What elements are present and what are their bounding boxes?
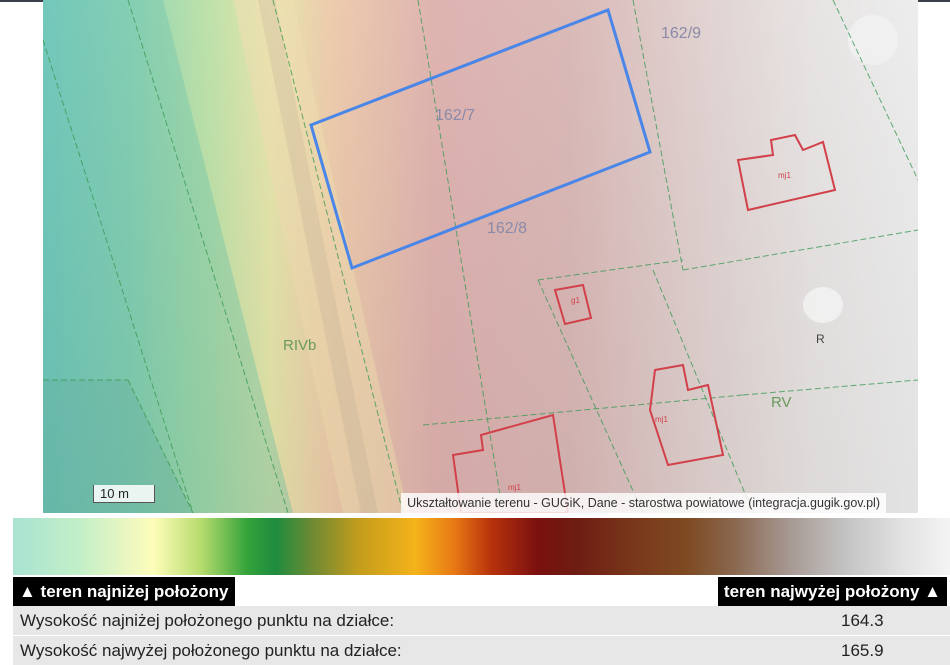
elevation-map[interactable]: 162/7 162/8 162/9 RIVb RV R mj1 mj1 mj1 … [43, 0, 918, 513]
landuse-label-rivb: RIVb [283, 337, 316, 354]
elevation-color-legend [13, 518, 950, 575]
stat-row-max: Wysokość najwyżej położonego punktu na d… [13, 636, 950, 665]
parcel-label-162-7: 162/7 [435, 107, 475, 124]
building-label-garage: g1 [571, 296, 580, 305]
map-canvas[interactable]: 162/7 162/8 162/9 RIVb RV R mj1 mj1 mj1 … [43, 0, 918, 513]
stat-value-min: 164.3 [841, 611, 884, 630]
landuse-label-rv: RV [771, 394, 792, 411]
stat-row-min: Wysokość najniżej położonego punktu na d… [13, 606, 950, 635]
stat-label-max: Wysokość najwyżej położonego punktu na d… [20, 641, 402, 660]
building-label-2: mj1 [655, 415, 668, 424]
legend-low-label: ▲ teren najniżej położony [13, 577, 235, 606]
stat-label-min: Wysokość najniżej położonego punktu na d… [20, 611, 395, 630]
scale-bar: 10 m [93, 485, 155, 503]
legend-high-label: teren najwyżej położony ▲ [717, 577, 947, 606]
building-label-3: mj1 [508, 483, 521, 492]
parcel-label-162-8: 162/8 [487, 220, 527, 237]
map-attribution: Ukształtowanie terenu - GUGiK, Dane - st… [401, 493, 886, 513]
building-label-1: mj1 [778, 171, 791, 180]
stat-value-max: 165.9 [841, 641, 884, 660]
landuse-label-r: R [816, 332, 825, 346]
parcel-label-162-9: 162/9 [661, 25, 701, 42]
